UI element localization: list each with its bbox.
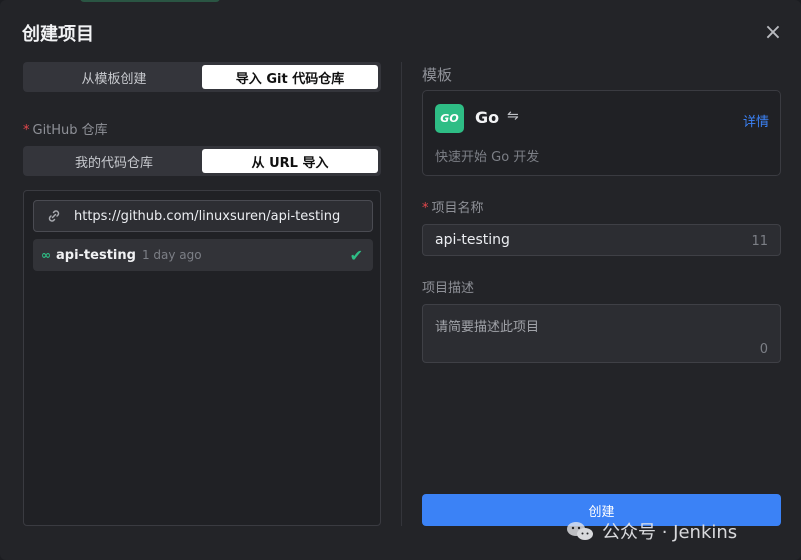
tab-from-template[interactable]: 从模板创建	[26, 65, 202, 89]
close-icon[interactable]: ×	[762, 22, 784, 44]
template-description: 快速开始 Go 开发	[435, 150, 540, 165]
repo-list-item[interactable]: ∞ api-testing 1 day ago ✔	[33, 239, 373, 271]
template-detail-link[interactable]: 详情	[743, 111, 769, 130]
github-repo-label: * GitHub 仓库	[23, 119, 108, 138]
template-name: Go	[475, 108, 500, 127]
source-tabs: 从模板创建 导入 Git 代码仓库	[23, 62, 381, 92]
repo-source-tabs: 我的代码仓库 从 URL 导入	[23, 146, 381, 176]
repo-name: api-testing	[56, 247, 136, 263]
repo-icon: ∞	[41, 248, 51, 262]
go-logo: GO	[435, 104, 464, 133]
top-decoration	[80, 0, 220, 2]
wechat-icon	[567, 522, 593, 540]
dialog-title: 创建项目	[22, 24, 94, 45]
column-divider	[401, 62, 402, 526]
watermark-text: 公众号 · Jenkins	[602, 522, 738, 543]
tab-my-repos[interactable]: 我的代码仓库	[26, 149, 202, 173]
project-desc-placeholder: 请简要描述此项目	[435, 320, 540, 335]
link-icon	[46, 208, 62, 224]
project-name-char-count: 11	[751, 234, 768, 249]
project-name-label: * 项目名称	[422, 197, 484, 216]
create-project-dialog: 创建项目 × 从模板创建 导入 Git 代码仓库 * GitHub 仓库 我的代码…	[0, 0, 801, 560]
required-mark: *	[422, 201, 429, 216]
template-section-label: 模板	[422, 66, 453, 84]
tab-import-git[interactable]: 导入 Git 代码仓库	[202, 65, 378, 89]
github-repo-label-text: GitHub 仓库	[32, 123, 108, 138]
repo-panel: https://github.com/linuxsuren/api-testin…	[23, 190, 381, 526]
watermark: 公众号 · Jenkins	[566, 518, 737, 544]
project-desc-textarea[interactable]: 请简要描述此项目 0	[422, 304, 781, 363]
repo-updated-time: 1 day ago	[141, 248, 202, 262]
project-desc-char-count: 0	[759, 342, 768, 357]
repo-url-input[interactable]: https://github.com/linuxsuren/api-testin…	[33, 200, 373, 232]
repo-url-value: https://github.com/linuxsuren/api-testin…	[74, 208, 341, 224]
swap-icon[interactable]: ⇋	[507, 108, 519, 124]
check-icon: ✔	[349, 245, 363, 265]
project-desc-label: 项目描述	[422, 281, 475, 296]
required-mark: *	[23, 123, 30, 138]
project-name-value: api-testing	[435, 232, 510, 248]
project-name-input[interactable]: api-testing 11	[422, 224, 781, 256]
tab-import-url[interactable]: 从 URL 导入	[202, 149, 378, 173]
project-name-label-text: 项目名称	[431, 201, 484, 216]
template-card: GO Go ⇋ 详情 快速开始 Go 开发	[422, 90, 781, 176]
